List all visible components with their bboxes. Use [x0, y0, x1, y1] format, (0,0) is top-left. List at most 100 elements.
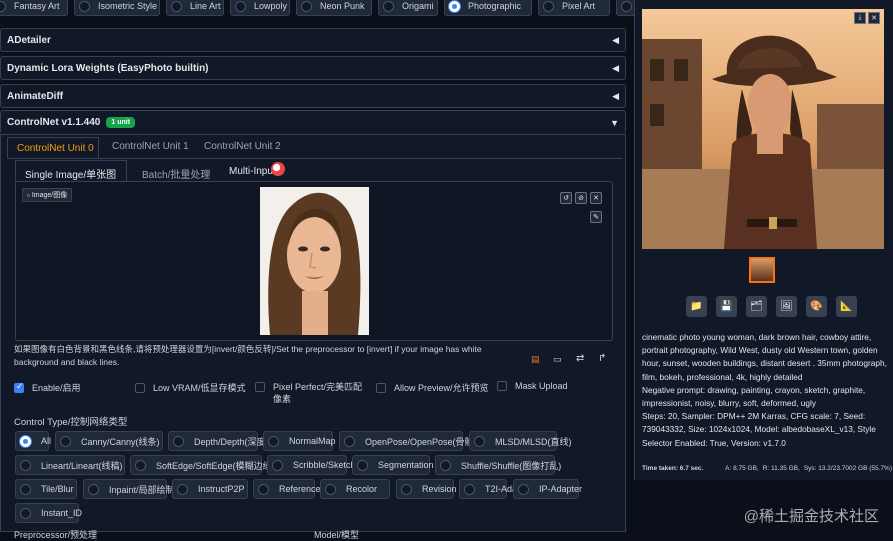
edit-brush-icon[interactable]: ✎ — [590, 211, 602, 223]
input-tab-batch[interactable]: Batch/批量处理 — [142, 166, 210, 181]
control-type-option-17[interactable]: T2I-Adapter — [459, 479, 533, 499]
allow-preview-checkbox[interactable]: Allow Preview/允许预览 — [376, 381, 489, 394]
control-type-option-11[interactable]: Tile/Blur — [15, 479, 77, 499]
radio-dot-icon[interactable] — [621, 0, 632, 12]
style-radio-5[interactable]: Origami — [378, 0, 438, 16]
radio-dot-icon[interactable] — [357, 459, 368, 471]
radio-dot-icon[interactable] — [135, 459, 146, 471]
radio-dot-icon[interactable] — [258, 483, 269, 495]
swap-icon[interactable]: ⇄ — [576, 353, 584, 364]
control-type-option-8[interactable]: Scribble/Sketch — [267, 455, 356, 475]
radio-dot-icon[interactable] — [440, 459, 451, 471]
radio-dot-icon[interactable] — [301, 0, 312, 12]
style-radio-2[interactable]: Line Art — [166, 0, 224, 16]
send-to-inpaint-button[interactable]: 🎨 — [806, 296, 827, 317]
ruler-icon: 📐 — [840, 301, 853, 312]
radio-dot-icon[interactable] — [464, 483, 475, 495]
radio-dot-icon[interactable] — [0, 0, 6, 12]
unit-tab-2[interactable]: ControlNet Unit 2 — [204, 141, 281, 152]
radio-dot-icon[interactable] — [20, 507, 31, 519]
download-icon[interactable]: ⤓ — [854, 12, 866, 24]
style-radio-6[interactable]: Photographic — [444, 0, 532, 16]
send-to-img2img-button[interactable]: 🖼 — [776, 296, 797, 317]
send-to-extras-button[interactable]: 📐 — [836, 296, 857, 317]
dynamic-lora-accordion[interactable]: Dynamic Lora Weights (EasyPhoto builtin)… — [0, 56, 626, 80]
radio-dot-icon[interactable] — [235, 0, 246, 12]
camera-icon[interactable]: ▭ — [553, 354, 562, 365]
control-type-option-15[interactable]: Recolor — [320, 479, 390, 499]
style-radio-7[interactable]: Pixel Art — [538, 0, 610, 16]
send-size-icon[interactable]: ↱ — [598, 353, 606, 364]
radio-dot-icon[interactable] — [518, 483, 529, 495]
adetailer-accordion[interactable]: ADetailer ◀ — [0, 28, 626, 52]
control-type-option-13[interactable]: InstructP2P — [172, 479, 248, 499]
control-type-option-18[interactable]: IP-Adapter — [513, 479, 582, 499]
control-type-option-4[interactable]: OpenPose/OpenPose(骨骼) — [339, 431, 477, 451]
pixel-perfect-checkbox-box[interactable] — [255, 382, 265, 392]
control-type-option-12[interactable]: Inpaint/局部绘制 — [83, 479, 175, 499]
control-type-option-0[interactable]: All — [15, 431, 51, 451]
control-type-option-19[interactable]: Instant_ID — [15, 503, 83, 523]
radio-dot-icon[interactable] — [20, 459, 31, 471]
control-type-option-6[interactable]: Lineart/Lineart(线稿) — [15, 455, 125, 475]
radio-dot-icon[interactable] — [79, 0, 90, 12]
radio-dot-icon[interactable] — [177, 483, 188, 495]
low-vram-checkbox-box[interactable] — [135, 382, 145, 393]
input-tab-single[interactable]: Single Image/单张图像 — [15, 160, 127, 196]
input-tab-multi[interactable]: Multi-Input — [229, 166, 276, 177]
unit-tab-1[interactable]: ControlNet Unit 1 — [112, 141, 189, 152]
control-type-option-3[interactable]: NormalMap — [263, 431, 336, 451]
radio-dot-icon[interactable] — [88, 483, 99, 495]
close-icon[interactable]: ✕ — [590, 192, 602, 204]
control-type-option-10[interactable]: Shuffle/Shuffle(图像打乱) — [435, 455, 561, 475]
zip-button[interactable]: 🗂 — [746, 296, 767, 317]
mask-upload-checkbox[interactable]: Mask Upload — [497, 381, 568, 391]
radio-dot-icon[interactable] — [325, 483, 336, 495]
style-radio-4[interactable]: Neon Punk — [296, 0, 372, 16]
rotate-icon[interactable]: ↺ — [560, 192, 572, 204]
control-type-option-1[interactable]: Canny/Canny(线条) — [55, 431, 163, 451]
save-button[interactable]: 💾 — [716, 296, 737, 317]
control-type-option-5[interactable]: MLSD/MLSD(直线) — [469, 431, 572, 451]
radio-dot-icon[interactable] — [344, 435, 355, 447]
style-radio-3[interactable]: Lowpoly — [230, 0, 290, 16]
animatediff-accordion[interactable]: AnimateDiff ◀ — [0, 84, 626, 108]
style-radio-1[interactable]: Isometric Style — [74, 0, 160, 16]
controlnet-accordion[interactable]: ControlNet v1.1.440 1 unit ▼ — [0, 110, 626, 134]
enable-checkbox[interactable]: Enable/启用 — [14, 381, 81, 394]
radio-dot-icon[interactable] — [401, 483, 412, 495]
radio-dot-icon[interactable] — [20, 435, 31, 447]
pixel-perfect-checkbox[interactable]: Pixel Perfect/完美匹配像素 — [255, 381, 367, 405]
cursor-badge-icon — [271, 162, 285, 176]
allow-preview-checkbox-box[interactable] — [376, 382, 386, 393]
radio-dot-icon[interactable] — [173, 435, 184, 447]
thumbnail-image[interactable] — [749, 257, 775, 283]
control-type-option-14[interactable]: Reference — [253, 479, 321, 499]
document-icon[interactable]: ▤ — [531, 354, 540, 365]
radio-dot-icon[interactable] — [383, 0, 394, 12]
control-type-option-7[interactable]: SoftEdge/SoftEdge(模糊边缘) — [130, 455, 275, 475]
control-type-option-2[interactable]: Depth/Depth(深度) — [168, 431, 269, 451]
radio-dot-icon[interactable] — [20, 483, 31, 495]
image-input-box[interactable]: ▫ Image/图像 ↺ ⊘ ✕ ✎ — [15, 181, 613, 341]
allow-preview-label: Allow Preview/允许预览 — [394, 383, 489, 393]
control-type-label: Instant_ID — [41, 508, 83, 518]
radio-dot-icon[interactable] — [543, 0, 554, 12]
radio-dot-icon[interactable] — [272, 459, 283, 471]
generated-image[interactable] — [642, 9, 884, 249]
low-vram-checkbox[interactable]: Low VRAM/低显存模式 — [135, 381, 246, 394]
radio-dot-icon[interactable] — [60, 435, 71, 447]
control-type-option-16[interactable]: Revision — [396, 479, 457, 499]
radio-dot-icon[interactable] — [171, 0, 182, 12]
radio-dot-icon[interactable] — [268, 435, 279, 447]
enable-checkbox-box[interactable] — [14, 382, 24, 393]
close-image-icon[interactable]: ✕ — [868, 12, 880, 24]
unit-tab-0[interactable]: ControlNet Unit 0 — [7, 137, 99, 159]
radio-dot-icon[interactable] — [474, 435, 485, 447]
mask-upload-checkbox-box[interactable] — [497, 381, 507, 391]
reset-icon[interactable]: ⊘ — [575, 192, 587, 204]
style-radio-0[interactable]: Fantasy Art — [0, 0, 68, 16]
control-type-option-9[interactable]: Segmentation — [352, 455, 434, 475]
open-folder-button[interactable]: 📁 — [686, 296, 707, 317]
radio-dot-icon[interactable] — [449, 0, 460, 12]
